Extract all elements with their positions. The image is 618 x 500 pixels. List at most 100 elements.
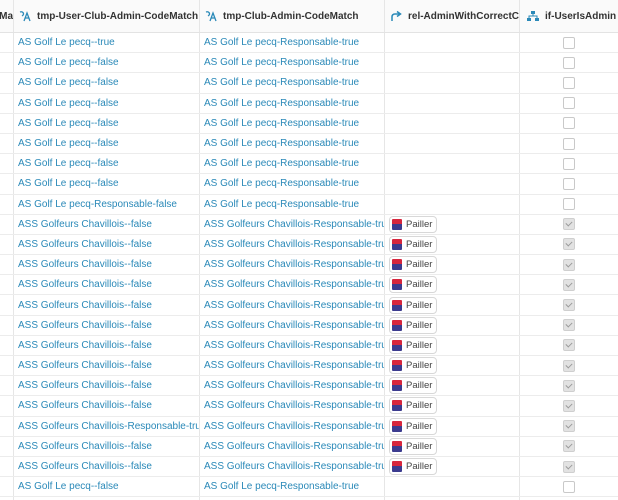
admin-checkbox[interactable] xyxy=(563,480,575,493)
admin-checkbox[interactable] xyxy=(563,379,575,392)
table-row[interactable]: ASS Golfeurs Chavillois--false ASS Golfeu… xyxy=(0,234,618,256)
cell-truncated[interactable] xyxy=(0,53,14,73)
cell-club-match[interactable]: ASS Golfeurs Chavillois-Responsable-true xyxy=(200,376,385,396)
admin-checkbox[interactable] xyxy=(563,198,575,211)
relation-chip[interactable]: Pailler xyxy=(389,256,438,274)
admin-checkbox[interactable] xyxy=(563,460,575,473)
cell-user-club-match[interactable]: AS Golf Le pecq--false xyxy=(14,53,200,73)
cell-user-club-match[interactable]: AS Golf Le pecq--false xyxy=(14,133,200,154)
relation-chip[interactable]: Pailler xyxy=(389,276,438,294)
cell-rel-admin[interactable]: Pailler xyxy=(385,315,520,335)
table-row[interactable]: AS Golf Le pecq-Responsable-false AS Golf… xyxy=(0,194,618,215)
cell-is-admin[interactable] xyxy=(520,437,618,456)
cell-truncated[interactable] xyxy=(0,315,14,335)
cell-truncated[interactable] xyxy=(0,154,14,174)
cell-is-admin[interactable] xyxy=(520,275,618,294)
admin-checkbox[interactable] xyxy=(563,56,575,69)
relation-chip[interactable]: Pailler xyxy=(389,296,438,314)
table-row[interactable]: ASS Golfeurs Chavillois-Responsable-true… xyxy=(0,416,618,437)
admin-checkbox[interactable] xyxy=(563,76,575,89)
column-header-rel-admin[interactable]: rel-AdminWithCorrectCode xyxy=(385,0,520,32)
cell-is-admin[interactable] xyxy=(520,235,618,254)
column-header-user-club-match[interactable]: tmp-User-Club-Admin-CodeMatch xyxy=(14,0,200,32)
cell-club-match[interactable]: AS Golf Le pecq-Responsable-true xyxy=(200,477,385,497)
cell-rel-admin[interactable]: Pailler xyxy=(385,255,520,275)
relation-chip[interactable]: Pailler xyxy=(389,316,438,334)
cell-truncated[interactable] xyxy=(0,376,14,396)
cell-user-club-match[interactable]: ASS Golfeurs Chavillois--false xyxy=(14,214,200,234)
cell-user-club-match[interactable]: AS Golf Le pecq--false xyxy=(14,154,200,174)
cell-rel-admin[interactable] xyxy=(385,194,520,214)
table-row[interactable]: ASS Golfeurs Chavillois--false ASS Golfeu… xyxy=(0,436,618,457)
cell-rel-admin[interactable]: Pailler xyxy=(385,234,520,255)
relation-chip[interactable]: Pailler xyxy=(389,417,438,435)
relation-chip[interactable]: Pailler xyxy=(389,235,438,253)
cell-user-club-match[interactable]: AS Golf Le pecq--false xyxy=(14,93,200,113)
column-header-is-admin[interactable]: if-UserIsAdmin xyxy=(520,0,618,32)
cell-is-admin[interactable] xyxy=(520,154,618,173)
cell-user-club-match[interactable]: ASS Golfeurs Chavillois--false xyxy=(14,335,200,355)
cell-is-admin[interactable] xyxy=(520,316,618,335)
table-row[interactable]: AS Golf Le pecq--false AS Golf Le pecq-Re… xyxy=(0,154,618,175)
cell-club-match[interactable]: AS Golf Le pecq-Responsable-true xyxy=(200,194,385,214)
cell-club-match[interactable]: AS Golf Le pecq-Responsable-true xyxy=(200,53,385,73)
admin-checkbox[interactable] xyxy=(563,218,575,231)
cell-user-club-match[interactable]: AS Golf Le pecq--false xyxy=(14,174,200,194)
cell-user-club-match[interactable]: AS Golf Le pecq--false xyxy=(14,113,200,133)
relation-chip[interactable]: Pailler xyxy=(389,215,438,233)
cell-rel-admin[interactable]: Pailler xyxy=(385,335,520,355)
cell-truncated[interactable] xyxy=(0,416,14,436)
cell-truncated[interactable] xyxy=(0,133,14,154)
cell-truncated[interactable] xyxy=(0,93,14,113)
admin-checkbox[interactable] xyxy=(563,440,575,453)
column-header-truncated[interactable]: eMa xyxy=(0,0,14,32)
cell-club-match[interactable]: ASS Golfeurs Chavillois-Responsable-true xyxy=(200,416,385,436)
cell-user-club-match[interactable]: ASS Golfeurs Chavillois--false xyxy=(14,255,200,275)
cell-club-match[interactable]: ASS Golfeurs Chavillois-Responsable-true xyxy=(200,356,385,376)
cell-is-admin[interactable] xyxy=(520,195,618,214)
cell-user-club-match[interactable]: AS Golf Le pecq-Responsable-false xyxy=(14,194,200,214)
cell-club-match[interactable]: AS Golf Le pecq-Responsable-true xyxy=(200,133,385,154)
cell-rel-admin[interactable]: Pailler xyxy=(385,376,520,396)
cell-truncated[interactable] xyxy=(0,396,14,416)
admin-checkbox[interactable] xyxy=(563,238,575,251)
admin-checkbox[interactable] xyxy=(563,420,575,433)
cell-is-admin[interactable] xyxy=(520,33,618,52)
cell-user-club-match[interactable]: ASS Golfeurs Chavillois--false xyxy=(14,356,200,376)
admin-checkbox[interactable] xyxy=(563,157,575,170)
table-row[interactable]: ASS Golfeurs Chavillois--false ASS Golfeu… xyxy=(0,376,618,397)
cell-user-club-match[interactable]: AS Golf Le pecq--true xyxy=(14,33,200,53)
cell-truncated[interactable] xyxy=(0,436,14,456)
cell-truncated[interactable] xyxy=(0,234,14,255)
cell-rel-admin[interactable]: Pailler xyxy=(385,275,520,295)
admin-checkbox[interactable] xyxy=(563,299,575,312)
cell-truncated[interactable] xyxy=(0,214,14,234)
cell-user-club-match[interactable]: AS Golf Le pecq--false xyxy=(14,477,200,497)
table-row[interactable]: ASS Golfeurs Chavillois--false ASS Golfeu… xyxy=(0,456,618,478)
column-header-club-match[interactable]: tmp-Club-Admin-CodeMatch xyxy=(200,0,385,32)
relation-chip[interactable]: Pailler xyxy=(389,336,438,354)
cell-rel-admin[interactable] xyxy=(385,477,520,497)
admin-checkbox[interactable] xyxy=(563,177,575,190)
relation-chip[interactable]: Pailler xyxy=(389,357,438,375)
table-row[interactable]: ASS Golfeurs Chavillois--false ASS Golfeu… xyxy=(0,396,618,417)
cell-is-admin[interactable] xyxy=(520,457,618,476)
cell-is-admin[interactable] xyxy=(520,174,618,193)
admin-checkbox[interactable] xyxy=(563,258,575,271)
cell-rel-admin[interactable] xyxy=(385,174,520,194)
admin-checkbox[interactable] xyxy=(563,97,575,110)
relation-chip[interactable]: Pailler xyxy=(389,377,438,395)
cell-club-match[interactable]: ASS Golfeurs Chavillois-Responsable-true xyxy=(200,295,385,315)
cell-club-match[interactable]: ASS Golfeurs Chavillois-Responsable-true xyxy=(200,234,385,255)
cell-truncated[interactable] xyxy=(0,73,14,93)
cell-truncated[interactable] xyxy=(0,356,14,376)
table-row[interactable]: ASS Golfeurs Chavillois--false ASS Golfeu… xyxy=(0,356,618,377)
table-row[interactable]: ASS Golfeurs Chavillois--false ASS Golfeu… xyxy=(0,335,618,356)
cell-rel-admin[interactable] xyxy=(385,113,520,133)
table-row[interactable]: AS Golf Le pecq--false AS Golf Le pecq-Re… xyxy=(0,113,618,134)
cell-is-admin[interactable] xyxy=(520,255,618,274)
cell-is-admin[interactable] xyxy=(520,376,618,395)
admin-checkbox[interactable] xyxy=(563,117,575,130)
cell-truncated[interactable] xyxy=(0,477,14,497)
cell-rel-admin[interactable] xyxy=(385,154,520,174)
